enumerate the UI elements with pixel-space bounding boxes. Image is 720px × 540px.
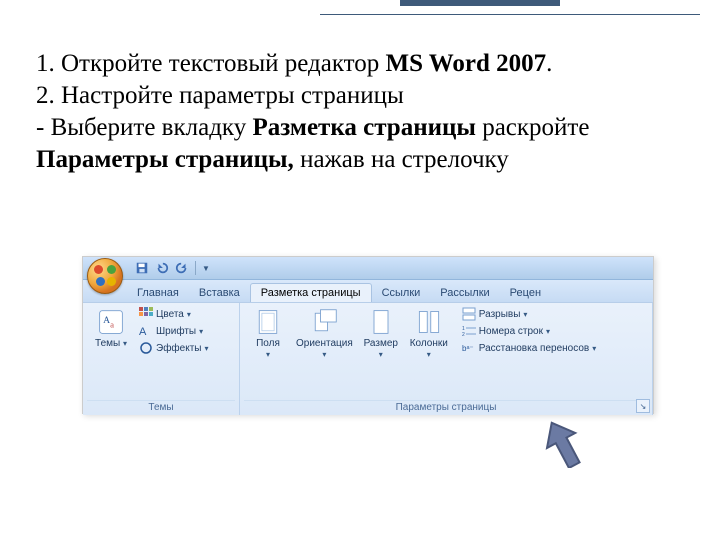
- themes-group-title: Темы: [87, 400, 235, 415]
- themes-button[interactable]: Aa Темы ▾: [87, 306, 135, 351]
- header-accent: [400, 0, 560, 6]
- tab-home[interactable]: Главная: [127, 284, 189, 302]
- columns-icon: [415, 308, 443, 336]
- qat-redo-icon[interactable]: [175, 261, 189, 275]
- hyphenation-icon: bᵃ⁻: [462, 341, 476, 355]
- size-label: Размер▾: [364, 338, 398, 360]
- instruction-text: 1. Откройте текстовый редактор MS Word 2…: [36, 48, 676, 176]
- svg-text:2: 2: [462, 332, 465, 338]
- qat-separator: [195, 261, 196, 275]
- qat-customize-icon[interactable]: ▼: [202, 264, 210, 273]
- tab-insert[interactable]: Вставка: [189, 284, 250, 302]
- t1a: 1. Откройте текстовый редактор: [36, 50, 386, 77]
- t3m: раскройте: [476, 114, 590, 141]
- orientation-label: Ориентация▾: [296, 338, 353, 360]
- t1c: .: [546, 50, 552, 77]
- page-setup-dialog-launcher[interactable]: ↘: [636, 399, 650, 413]
- qat-save-icon[interactable]: [135, 261, 149, 275]
- hyphenation-button[interactable]: bᵃ⁻ Расстановка переносов ▾: [460, 340, 598, 356]
- themes-icon: Aa: [97, 308, 125, 336]
- tab-review[interactable]: Рецен: [500, 284, 551, 302]
- theme-effects-button[interactable]: Эффекты ▾: [137, 340, 210, 356]
- qat-undo-icon[interactable]: [155, 261, 169, 275]
- breaks-label: Разрывы: [479, 309, 521, 320]
- office-button[interactable]: [87, 258, 123, 294]
- page-setup-group-title: Параметры страницы: [244, 400, 648, 415]
- tab-page-layout[interactable]: Разметка страницы: [250, 283, 372, 302]
- t3b2: Параметры страницы,: [36, 146, 294, 173]
- margins-icon: [254, 308, 282, 336]
- columns-button[interactable]: Колонки▾: [405, 306, 453, 362]
- margins-button[interactable]: Поля▾: [244, 306, 292, 362]
- t3a: - Выберите вкладку: [36, 114, 252, 141]
- t3p: нажав на стрелочку: [294, 146, 509, 173]
- tab-references[interactable]: Ссылки: [372, 284, 431, 302]
- size-icon: [367, 308, 395, 336]
- svg-text:a: a: [110, 319, 114, 329]
- effects-icon: [139, 341, 153, 355]
- group-page-setup: Поля▾ Ориентация▾ Размер▾ Колонки▾: [240, 303, 653, 415]
- breaks-button[interactable]: Разрывы ▾: [460, 306, 598, 322]
- quick-access-toolbar: ▼: [135, 261, 210, 275]
- ribbon-tabs: Главная Вставка Разметка страницы Ссылки…: [83, 280, 653, 303]
- svg-text:A: A: [139, 326, 147, 338]
- group-themes: Aa Темы ▾ Цвета ▾ A Шрифты ▾ Эфф: [83, 303, 240, 415]
- hyphenation-label: Расстановка переносов: [479, 343, 589, 354]
- breaks-icon: [462, 307, 476, 321]
- svg-text:bᵃ⁻: bᵃ⁻: [462, 344, 474, 353]
- svg-text:A: A: [103, 315, 110, 326]
- effects-label: Эффекты: [156, 343, 201, 354]
- columns-label: Колонки▾: [410, 338, 448, 360]
- line-numbers-icon: 12: [462, 324, 476, 338]
- theme-fonts-button[interactable]: A Шрифты ▾: [137, 323, 210, 339]
- orientation-icon: [310, 308, 338, 336]
- size-button[interactable]: Размер▾: [357, 306, 405, 362]
- line-numbers-label: Номера строк: [479, 326, 543, 337]
- colors-label: Цвета: [156, 309, 184, 320]
- word-ribbon-screenshot: ▼ Главная Вставка Разметка страницы Ссыл…: [82, 256, 654, 414]
- t2: 2. Настройте параметры страницы: [36, 82, 404, 109]
- theme-colors-button[interactable]: Цвета ▾: [137, 306, 210, 322]
- tab-mailings[interactable]: Рассылки: [430, 284, 499, 302]
- title-bar: ▼: [83, 257, 653, 280]
- t1b: MS Word 2007: [386, 50, 547, 77]
- margins-label: Поля▾: [256, 338, 280, 360]
- colors-icon: [139, 307, 153, 321]
- orientation-button[interactable]: Ориентация▾: [292, 306, 357, 362]
- callout-arrow-icon: [545, 420, 581, 468]
- header-rule: [320, 14, 700, 15]
- ribbon-body: Aa Темы ▾ Цвета ▾ A Шрифты ▾ Эфф: [83, 303, 653, 415]
- line-numbers-button[interactable]: 12 Номера строк ▾: [460, 323, 598, 339]
- themes-label: Темы ▾: [95, 338, 127, 349]
- t3b1: Разметка страницы: [252, 114, 475, 141]
- fonts-label: Шрифты: [156, 326, 196, 337]
- fonts-icon: A: [139, 324, 153, 338]
